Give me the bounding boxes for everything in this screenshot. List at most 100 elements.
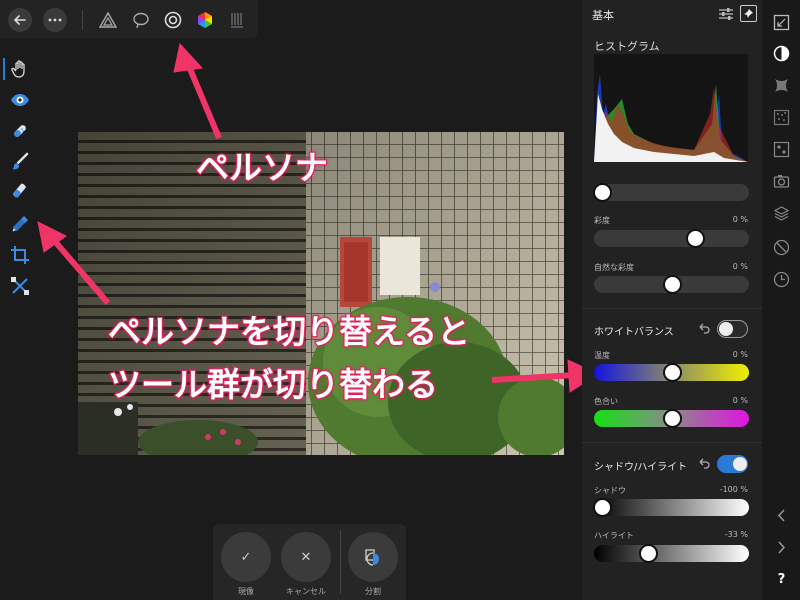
- overlay-brush-icon: [13, 183, 26, 198]
- slider-knob[interactable]: [662, 409, 682, 428]
- saturation-value: 0 %: [732, 215, 748, 224]
- tones-icon: [773, 141, 790, 158]
- panel-title: 基本: [592, 9, 614, 22]
- vibrance-label: 自然な彩度: [594, 263, 634, 272]
- hand-icon: [11, 60, 25, 78]
- top-toolbar: [0, 0, 258, 38]
- basic-adjust-icon: [773, 45, 790, 62]
- slider-knob[interactable]: [639, 544, 659, 563]
- toolbar-separator: [82, 10, 83, 30]
- section-divider: [582, 308, 762, 309]
- vibrance-slider[interactable]: [594, 275, 749, 294]
- check-icon: ✓: [240, 549, 252, 565]
- shadows-slider[interactable]: [592, 498, 749, 517]
- fullscreen-icon: [773, 14, 790, 31]
- reset-icon[interactable]: [698, 457, 710, 469]
- camera-panel-button[interactable]: [772, 172, 791, 191]
- collapse-right-button[interactable]: [772, 538, 791, 557]
- slider-knob[interactable]: [592, 498, 612, 517]
- shadows-highlights-toggle[interactable]: [717, 455, 748, 473]
- slider-knob[interactable]: [592, 183, 612, 202]
- layers-panel-button[interactable]: [772, 204, 791, 223]
- clarity-slider[interactable]: [592, 183, 749, 202]
- history-panel-button[interactable]: [772, 270, 791, 289]
- export-persona-icon: [231, 13, 243, 28]
- develop-persona-button[interactable]: [162, 9, 184, 31]
- overlays-icon: [773, 239, 790, 256]
- noise-icon: [773, 109, 790, 126]
- more-button[interactable]: [43, 8, 67, 32]
- tonemap-persona-button[interactable]: [194, 9, 216, 31]
- retouch-icon: [14, 125, 26, 137]
- annotation-switch-line1: ペルソナを切り替えると: [107, 311, 471, 352]
- pin-button[interactable]: [740, 5, 757, 22]
- panel-header: 基本: [582, 0, 762, 28]
- layers-icon: [773, 206, 790, 221]
- picker-tool[interactable]: [6, 210, 34, 238]
- basic-adjustments-panel: 基本 ヒストグラム 彩度 0 % 自然な彩度 0 % ホワイトバランス 温度 0…: [582, 0, 762, 600]
- annotation-persona: ペルソナ: [195, 147, 329, 188]
- sliders-icon[interactable]: [718, 6, 734, 22]
- overlays-panel-button[interactable]: [772, 238, 791, 257]
- white-balance-toggle[interactable]: [717, 320, 748, 338]
- tint-label: 色合い: [594, 397, 618, 406]
- cancel-label: キャンセル: [286, 587, 326, 596]
- chevron-right-icon: [778, 541, 786, 554]
- lens-panel-button[interactable]: [772, 76, 791, 95]
- temperature-slider[interactable]: [594, 363, 749, 382]
- temperature-value: 0 %: [732, 350, 748, 359]
- help-button[interactable]: ?: [772, 570, 791, 589]
- histogram-label: ヒストグラム: [594, 40, 660, 53]
- brush-tool[interactable]: [6, 148, 34, 176]
- cancel-button[interactable]: ✕: [281, 532, 331, 582]
- saturation-slider[interactable]: [594, 229, 749, 248]
- slider-knob[interactable]: [662, 275, 682, 294]
- photo-persona-icon: [99, 12, 117, 28]
- temperature-label: 温度: [594, 351, 610, 360]
- split-label: 分割: [365, 587, 381, 596]
- transform-icon: [11, 277, 29, 295]
- develop-button[interactable]: ✓: [221, 532, 271, 582]
- highlights-slider[interactable]: [594, 544, 749, 563]
- detail-panel-button[interactable]: [772, 108, 791, 127]
- photo-persona-button[interactable]: [97, 9, 119, 31]
- collapse-left-button[interactable]: [772, 506, 791, 525]
- hand-tool[interactable]: [3, 55, 34, 83]
- close-icon: ✕: [300, 549, 312, 565]
- export-persona-button[interactable]: [226, 9, 248, 31]
- ellipsis-icon: [48, 18, 62, 22]
- basic-panel-button[interactable]: [772, 44, 791, 63]
- tonemap-persona-icon: [198, 12, 212, 28]
- toggle-knob: [733, 457, 747, 471]
- develop-persona-icon: [164, 11, 182, 29]
- view-tool[interactable]: [6, 86, 34, 114]
- split-button[interactable]: [348, 532, 398, 582]
- split-view-icon: [365, 549, 379, 566]
- shadows-value: -100 %: [719, 485, 748, 494]
- brush-icon: [12, 152, 29, 170]
- transform-tool[interactable]: [6, 272, 34, 300]
- highlights-label: ハイライト: [594, 531, 634, 540]
- slider-knob[interactable]: [662, 363, 682, 382]
- develop-label: 現像: [238, 587, 254, 596]
- studio-rail: ?: [763, 0, 800, 600]
- overlay-brush-tool[interactable]: [6, 179, 34, 207]
- white-balance-title: ホワイトバランス: [594, 327, 674, 338]
- histogram-graph: [594, 74, 748, 162]
- reset-icon[interactable]: [698, 322, 710, 334]
- shadows-label: シャドウ: [594, 486, 626, 495]
- tool-rail: [0, 40, 40, 600]
- pin-icon: [744, 9, 753, 18]
- tint-value: 0 %: [732, 396, 748, 405]
- retouch-tool[interactable]: [6, 117, 34, 145]
- tones-panel-button[interactable]: [772, 140, 791, 159]
- slider-knob[interactable]: [685, 229, 705, 248]
- fullscreen-button[interactable]: [772, 13, 791, 32]
- back-button[interactable]: [8, 8, 32, 32]
- tint-slider[interactable]: [594, 409, 749, 428]
- bottom-action-bar: ✓ 現像 ✕ キャンセル 分割: [213, 524, 406, 600]
- eye-icon: [11, 94, 29, 106]
- crop-tool[interactable]: [6, 241, 34, 269]
- liquify-persona-button[interactable]: [130, 9, 152, 31]
- vibrance-value: 0 %: [732, 262, 748, 271]
